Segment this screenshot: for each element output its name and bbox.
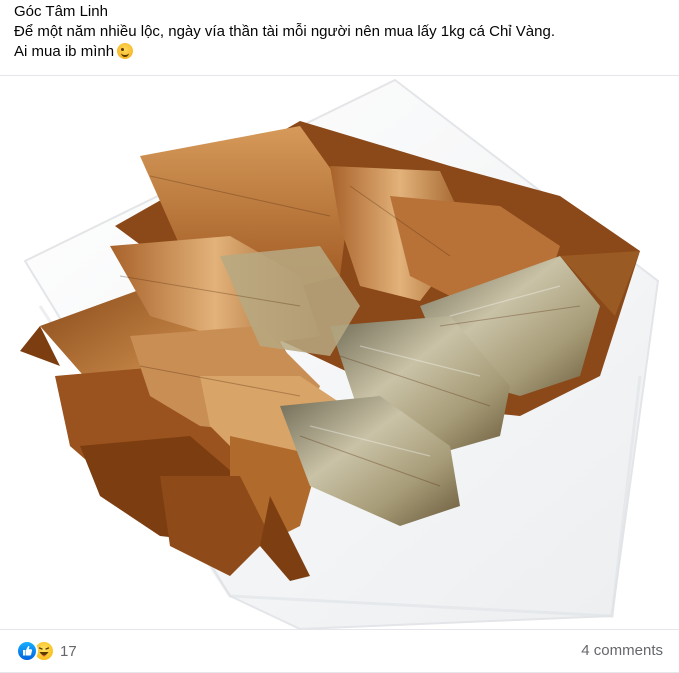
post-text-line-2: Ai mua ib mình: [14, 43, 115, 60]
post-author-line: Góc Tâm Linh: [14, 3, 108, 20]
post-text-line-2-wrap: Ai mua ib mình: [14, 42, 664, 62]
like-icon: [16, 640, 38, 662]
wink-emoji-icon: [117, 43, 134, 59]
facebook-post: Góc Tâm Linh Để một năm nhiều lộc, ngày …: [0, 0, 679, 673]
post-footer: 17 4 comments: [0, 630, 679, 672]
post-photo[interactable]: [0, 76, 679, 629]
dried-fish-image: [20, 78, 660, 629]
post-text: Góc Tâm Linh Để một năm nhiều lộc, ngày …: [14, 2, 664, 62]
reactions-summary[interactable]: 17: [16, 640, 77, 662]
comments-count-link[interactable]: 4 comments: [581, 642, 663, 659]
reaction-count: 17: [60, 642, 77, 660]
post-text-line-1: Để một năm nhiều lộc, ngày vía thần tài …: [14, 23, 556, 40]
